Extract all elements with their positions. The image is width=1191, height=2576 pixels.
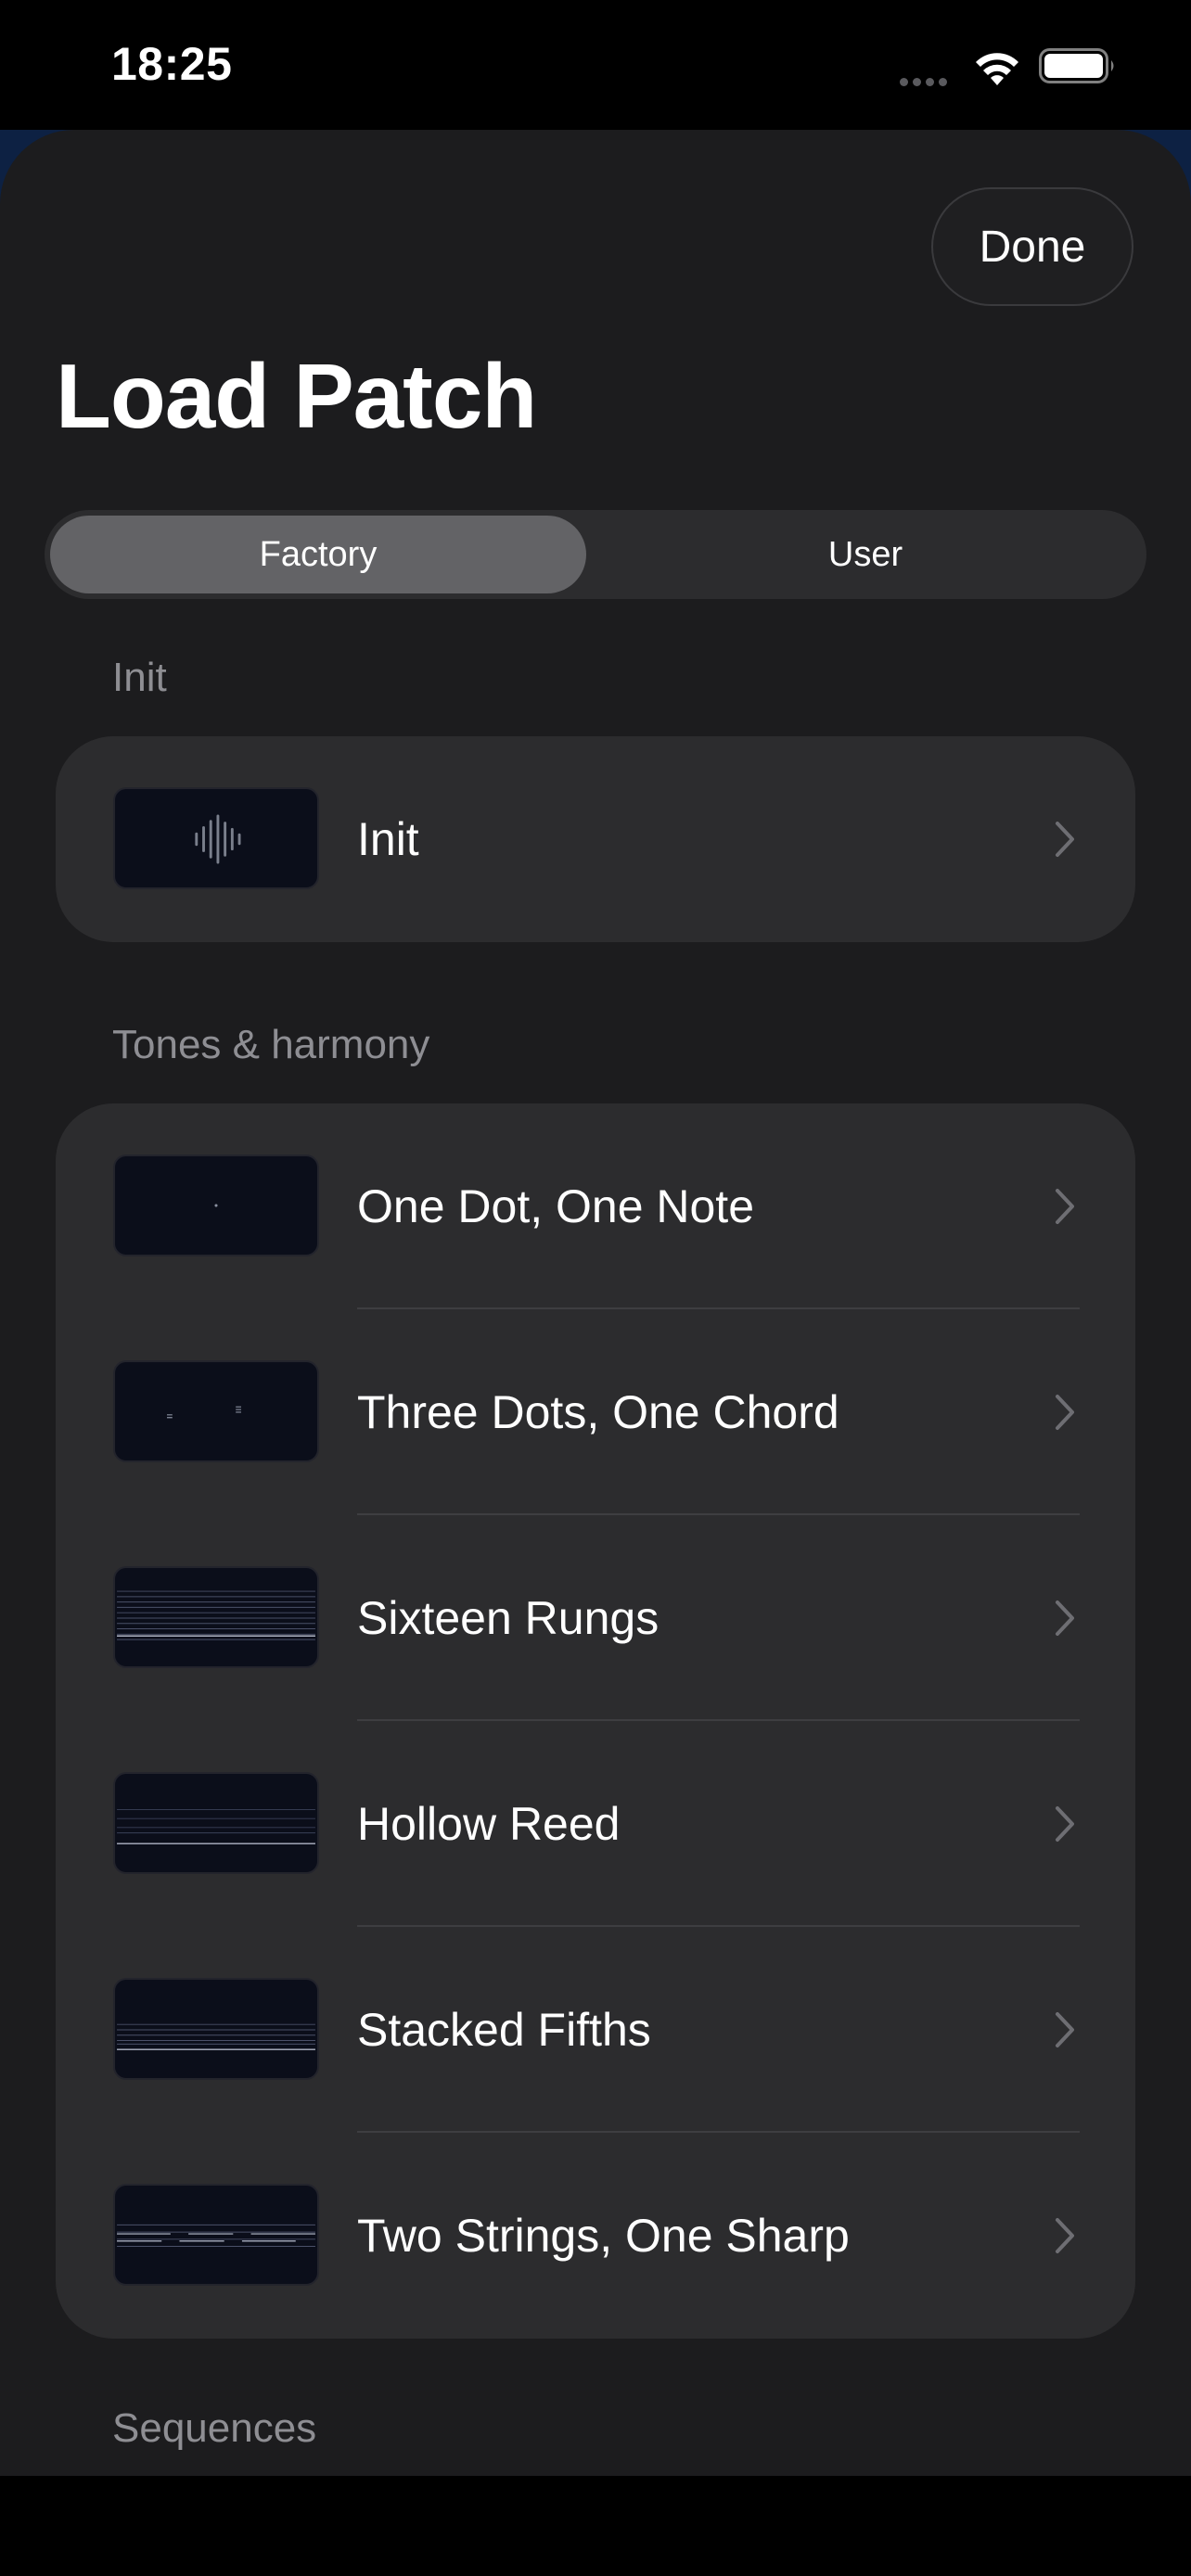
waveform-icon [195,814,241,864]
chevron-right-icon [1056,1395,1074,1430]
load-patch-sheet: Done Load Patch Factory User Init Init T… [0,130,1191,2476]
patch-name: Three Dots, One Chord [357,1386,839,1438]
patch-thumbnail [113,2184,319,2286]
patch-row[interactable]: Two Strings, One Sharp [56,2133,1135,2339]
patch-thumbnail [113,1978,319,2080]
patch-row[interactable]: Three Dots, One Chord [56,1309,1135,1515]
chevron-right-icon [1056,2012,1074,2047]
cellular-signal-icon [900,74,952,91]
patch-thumbnail [113,1772,319,1874]
patch-row[interactable]: One Dot, One Note [56,1103,1135,1309]
patch-name: Sixteen Rungs [357,1592,660,1644]
patch-row[interactable]: Sixteen Rungs [56,1515,1135,1721]
patch-row[interactable]: Init [56,736,1135,942]
status-time: 18:25 [111,38,233,90]
patch-thumbnail [113,1566,319,1668]
chevron-right-icon [1056,1189,1074,1224]
battery-icon [1039,48,1114,83]
tab-user[interactable]: User [590,516,1141,593]
wifi-icon [976,53,1018,85]
chevron-right-icon [1056,2218,1074,2253]
source-segmented-control: Factory User [45,510,1146,599]
section-header-tones: Tones & harmony [112,1022,430,1067]
patch-row[interactable]: Hollow Reed [56,1721,1135,1927]
patch-name: Hollow Reed [357,1798,621,1850]
init-group: Init [56,736,1135,942]
bottom-safe-area [0,2476,1191,2576]
patch-row[interactable]: Stacked Fifths [56,1927,1135,2133]
done-button[interactable]: Done [931,187,1133,306]
status-bar: 18:25 [0,0,1191,130]
patch-thumbnail [113,1360,319,1462]
patch-name: Stacked Fifths [357,2004,651,2056]
page-title: Load Patch [56,345,537,447]
section-header-sequences: Sequences [112,2405,317,2451]
patch-thumbnail [113,787,319,889]
tones-group: One Dot, One Note Three Dots, One Chord [56,1103,1135,2339]
patch-name: Two Strings, One Sharp [357,2210,850,2262]
section-header-init: Init [112,655,167,700]
patch-thumbnail [113,1154,319,1256]
tab-factory[interactable]: Factory [50,516,586,593]
patch-name: One Dot, One Note [357,1180,755,1232]
chevron-right-icon [1056,1806,1074,1842]
chevron-right-icon [1056,1600,1074,1636]
chevron-right-icon [1056,822,1074,857]
patch-name: Init [357,813,419,865]
